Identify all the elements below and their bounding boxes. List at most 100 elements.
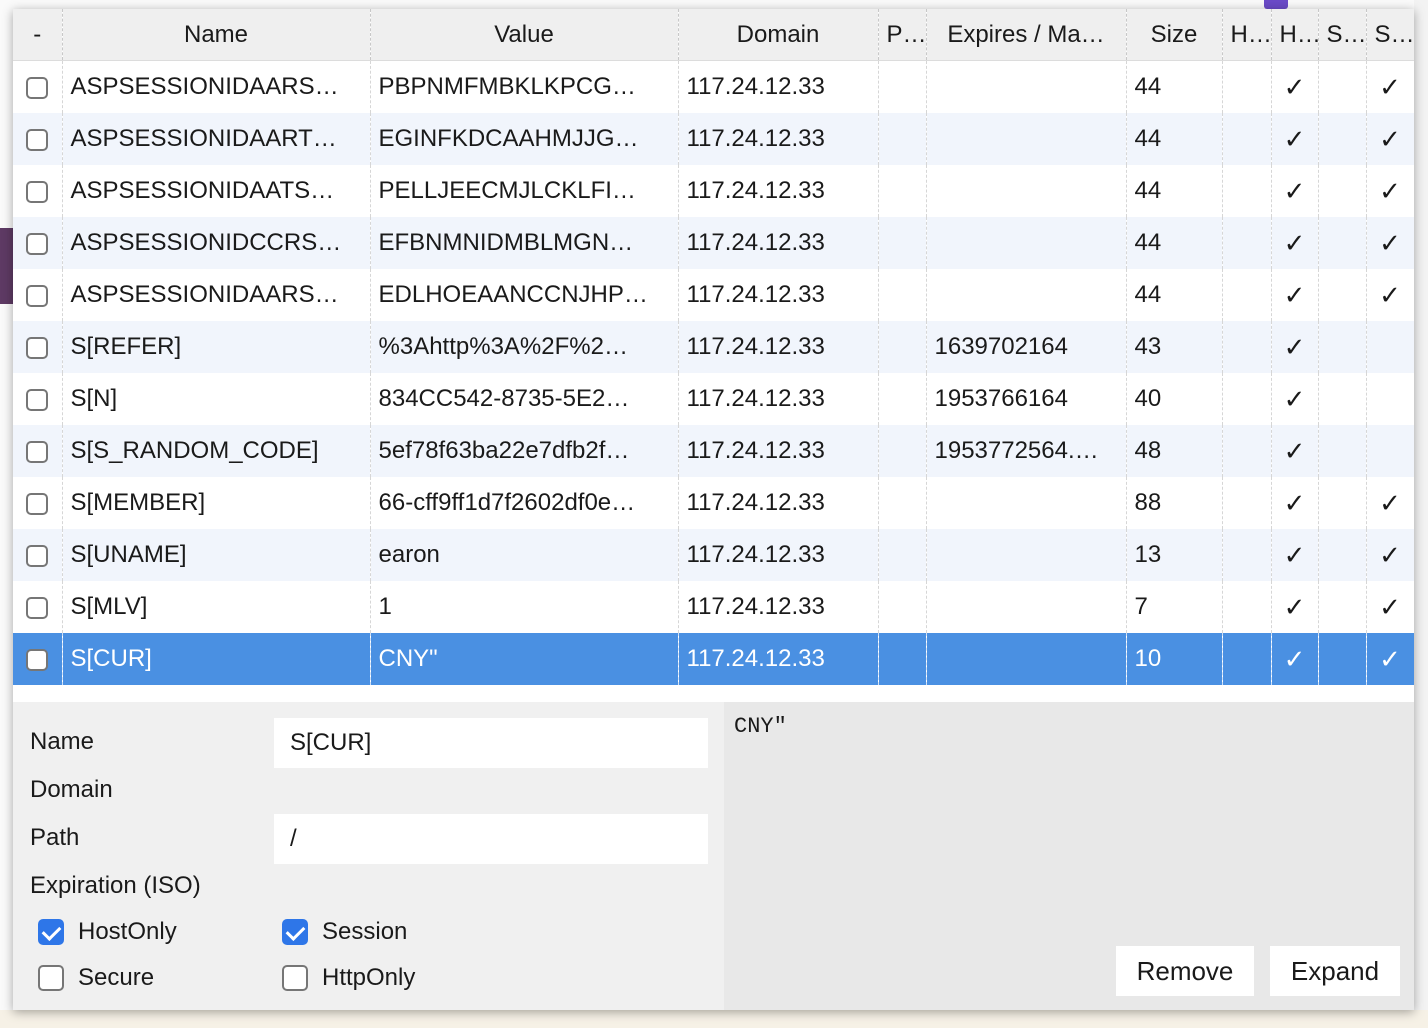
cell-size: 7	[1126, 581, 1223, 633]
cookie-row[interactable]: ASPSESSIONIDAARS… EDLHOEAANCCNJHP… 117.24.…	[13, 269, 1414, 321]
hostonly-check-icon[interactable]	[38, 919, 64, 945]
cell-s1	[1318, 165, 1367, 217]
row-select-cell[interactable]	[13, 269, 63, 321]
cell-expires: 1953772564.…	[926, 425, 1127, 477]
cell-name: ASPSESSIONIDAART…	[62, 113, 371, 165]
value-preview[interactable]: CNY" Remove Expand	[724, 702, 1414, 1010]
column-header-9[interactable]: S…	[1318, 9, 1367, 61]
cell-p	[878, 321, 927, 373]
cookie-row[interactable]: S[MLV] 1 117.24.12.33 7 ✓ ✓	[13, 581, 1414, 633]
row-select-checkbox[interactable]	[26, 440, 49, 463]
cell-h2: ✓	[1271, 425, 1319, 477]
cell-domain: 117.24.12.33	[678, 60, 879, 113]
cell-size: 44	[1126, 269, 1223, 321]
cell-h1	[1222, 529, 1272, 581]
remove-button[interactable]: Remove	[1116, 946, 1254, 996]
cell-h2: ✓	[1271, 633, 1319, 685]
cell-s1	[1318, 217, 1367, 269]
cell-domain: 117.24.12.33	[678, 529, 879, 581]
row-select-checkbox[interactable]	[26, 544, 49, 567]
hostonly-checkbox[interactable]: HostOnly	[38, 918, 177, 946]
row-select-cell[interactable]	[13, 373, 63, 425]
cell-value: EGINFKDCAAHMJJG…	[370, 113, 679, 165]
row-select-cell[interactable]	[13, 633, 63, 685]
column-header-2[interactable]: Value	[370, 9, 679, 61]
row-select-checkbox[interactable]	[26, 336, 49, 359]
cell-expires	[926, 581, 1127, 633]
row-select-cell[interactable]	[13, 60, 63, 113]
expand-button[interactable]: Expand	[1270, 946, 1400, 996]
row-select-cell[interactable]	[13, 477, 63, 529]
cell-s2: ✓	[1366, 60, 1414, 113]
column-header-7[interactable]: H…	[1222, 9, 1272, 61]
cookie-row[interactable]: S[N] 834CC542-8735-5E2… 117.24.12.33 195376…	[13, 373, 1414, 425]
row-select-checkbox[interactable]	[26, 284, 49, 307]
column-header-1[interactable]: Name	[62, 9, 371, 61]
row-select-cell[interactable]	[13, 581, 63, 633]
cookie-row[interactable]: S[CUR] CNY" 117.24.12.33 10 ✓ ✓	[13, 633, 1414, 685]
path-input[interactable]	[274, 814, 708, 864]
name-input[interactable]	[274, 718, 708, 768]
row-select-checkbox[interactable]	[26, 388, 49, 411]
cell-s1	[1318, 113, 1367, 165]
row-select-checkbox[interactable]	[26, 76, 49, 99]
background-tab-marker	[1264, 0, 1288, 9]
cell-size: 13	[1126, 529, 1223, 581]
cell-h2: ✓	[1271, 477, 1319, 529]
httponly-checkbox[interactable]: HttpOnly	[282, 964, 415, 992]
cookie-row[interactable]: ASPSESSIONIDCCRS… EFBNMNIDMBLMGN… 117.24.1…	[13, 217, 1414, 269]
cookie-row[interactable]: S[S_RANDOM_CODE] 5ef78f63ba22e7dfb2f… 117.…	[13, 425, 1414, 477]
session-checkbox[interactable]: Session	[282, 918, 407, 946]
secure-checkbox[interactable]: Secure	[38, 964, 154, 992]
hostonly-label: HostOnly	[78, 918, 177, 945]
cell-h1	[1222, 165, 1272, 217]
column-header-3[interactable]: Domain	[678, 9, 879, 61]
cell-p	[878, 113, 927, 165]
cookie-row[interactable]: ASPSESSIONIDAART… EGINFKDCAAHMJJG… 117.24.…	[13, 113, 1414, 165]
cell-value: 66-cff9ff1d7f2602df0e…	[370, 477, 679, 529]
cell-value: CNY"	[370, 633, 679, 685]
cell-value: earon	[370, 529, 679, 581]
row-select-cell[interactable]	[13, 321, 63, 373]
session-check-icon[interactable]	[282, 919, 308, 945]
cell-s2: ✓	[1366, 113, 1414, 165]
cookie-row[interactable]: ASPSESSIONIDAARS… PBPNMFMBKLKPCG… 117.24.1…	[13, 60, 1414, 113]
row-select-cell[interactable]	[13, 217, 63, 269]
row-select-checkbox[interactable]	[26, 596, 49, 619]
row-select-checkbox[interactable]	[26, 128, 49, 151]
row-select-checkbox[interactable]	[26, 648, 49, 671]
row-select-cell[interactable]	[13, 165, 63, 217]
column-header-4[interactable]: P…	[878, 9, 927, 61]
cell-s2	[1366, 321, 1414, 373]
cookie-row[interactable]: S[UNAME] earon 117.24.12.33 13 ✓ ✓	[13, 529, 1414, 581]
row-select-cell[interactable]	[13, 529, 63, 581]
cell-h2: ✓	[1271, 217, 1319, 269]
table-header: - Name Value Domain P… Expires / Ma… Size H… H… S…	[13, 9, 1414, 61]
row-select-cell[interactable]	[13, 425, 63, 477]
httponly-check-icon[interactable]	[282, 965, 308, 991]
cell-s2: ✓	[1366, 477, 1414, 529]
row-select-cell[interactable]	[13, 113, 63, 165]
column-header-0[interactable]: -	[13, 9, 63, 61]
cell-p	[878, 165, 927, 217]
cookie-row[interactable]: S[REFER] %3Ahttp%3A%2F%2… 117.24.12.33 1639…	[13, 321, 1414, 373]
secure-check-icon[interactable]	[38, 965, 64, 991]
cookie-form: Name Domain Path Expiration (ISO) HostOn…	[13, 702, 724, 1010]
cell-h1	[1222, 373, 1272, 425]
cell-s1	[1318, 269, 1367, 321]
row-select-checkbox[interactable]	[26, 232, 49, 255]
column-header-6[interactable]: Size	[1126, 9, 1223, 61]
cell-s2	[1366, 373, 1414, 425]
column-header-10[interactable]: S…	[1366, 9, 1414, 61]
cell-name: ASPSESSIONIDAARS…	[62, 269, 371, 321]
cell-s1	[1318, 529, 1367, 581]
cookie-editor-popup: - Name Value Domain P… Expires / Ma… Size H… H… S…	[13, 9, 1414, 1010]
cell-name: S[CUR]	[62, 633, 371, 685]
cookie-row[interactable]: S[MEMBER] 66-cff9ff1d7f2602df0e… 117.24.12…	[13, 477, 1414, 529]
row-select-checkbox[interactable]	[26, 492, 49, 515]
row-select-checkbox[interactable]	[26, 180, 49, 203]
cell-p	[878, 373, 927, 425]
column-header-5[interactable]: Expires / Ma…	[926, 9, 1127, 61]
cookie-row[interactable]: ASPSESSIONIDAATS… PELLJEECMJLCKLFI… 117.24…	[13, 165, 1414, 217]
column-header-8[interactable]: H…	[1271, 9, 1319, 61]
